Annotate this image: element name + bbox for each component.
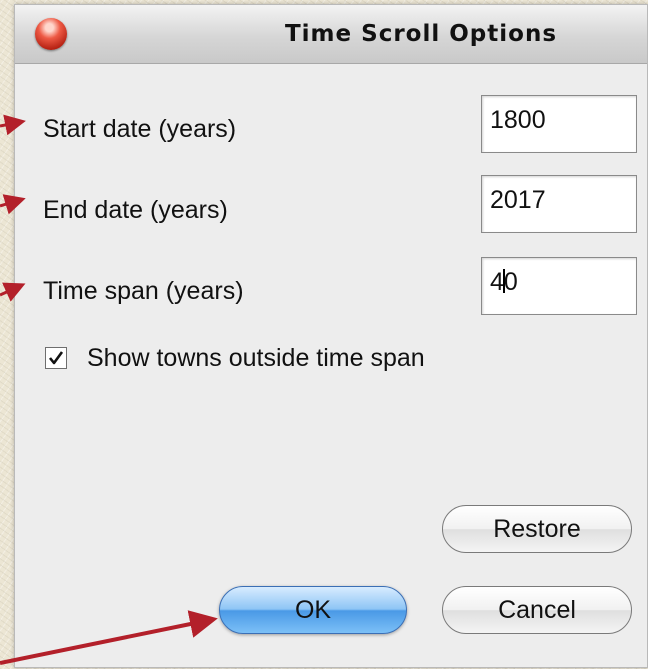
dialog-title: Time Scroll Options [284, 21, 558, 47]
end-date-label: End date (years) [43, 196, 228, 224]
title-bar[interactable]: Time Scroll Options [15, 5, 647, 64]
time-span-label: Time span (years) [43, 277, 244, 305]
end-date-input[interactable]: 2017 [481, 175, 637, 233]
time-span-input[interactable]: 40 [481, 257, 637, 315]
close-icon[interactable] [35, 18, 67, 50]
time-span-value-after-caret: 0 [503, 268, 518, 296]
time-scroll-options-dialog: Time Scroll Options Start date (years) 1… [14, 4, 648, 668]
time-span-value-before-caret: 4 [490, 268, 504, 296]
ok-button[interactable]: OK [219, 586, 407, 634]
checkmark-icon [48, 351, 64, 365]
show-towns-label[interactable]: Show towns outside time span [87, 344, 425, 373]
start-date-input[interactable]: 1800 [481, 95, 637, 153]
show-towns-checkbox[interactable] [45, 347, 67, 369]
start-date-label: Start date (years) [43, 115, 237, 143]
restore-button[interactable]: Restore [442, 505, 632, 553]
cancel-button[interactable]: Cancel [442, 586, 632, 634]
